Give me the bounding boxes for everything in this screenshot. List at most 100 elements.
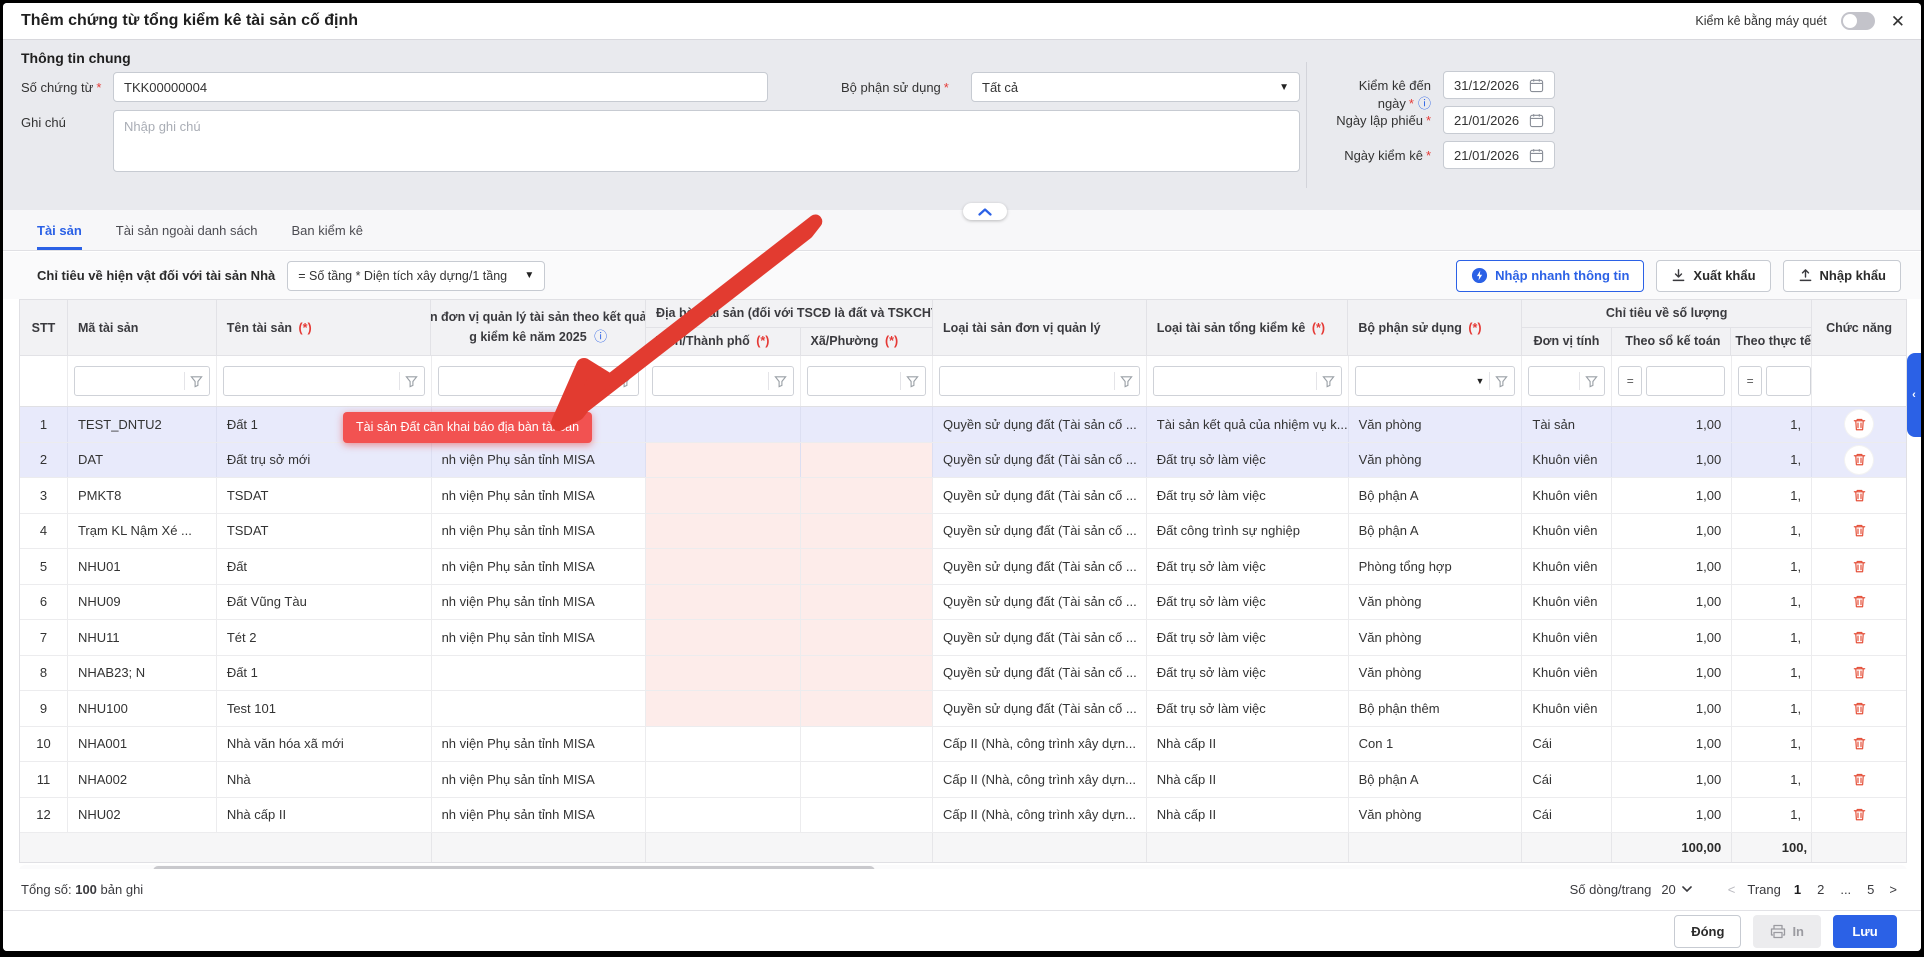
tab-tai-san[interactable]: Tài sản <box>37 210 82 250</box>
filter-xa-input[interactable] <box>814 373 895 389</box>
delete-row-button[interactable] <box>1845 659 1873 687</box>
table-row[interactable]: 12NHU02Nhà cấp IInh viện Phụ sản tỉnh MI… <box>20 798 1906 834</box>
filter-funnel-icon[interactable] <box>1316 372 1335 390</box>
delete-row-button[interactable] <box>1845 588 1873 616</box>
info-icon[interactable]: ⓘ <box>594 329 607 344</box>
filter-bo-phan-input[interactable] <box>1362 373 1471 389</box>
prev-page-button[interactable]: < <box>1726 882 1738 897</box>
cell-theo_so: 1,00 <box>1612 798 1732 833</box>
delete-row-button[interactable] <box>1845 517 1873 545</box>
table-row[interactable]: 5NHU01Đấtnh viện Phụ sản tỉnh MISAQuyền … <box>20 549 1906 585</box>
table-row[interactable]: 7NHU11Tét 2nh viện Phụ sản tỉnh MISAQuyề… <box>20 620 1906 656</box>
general-info-panel: Thông tin chung Số chứng từ* Bộ phận sử … <box>3 40 1921 210</box>
filter-funnel-icon[interactable] <box>1579 372 1598 390</box>
col-theo-so-ke-toan[interactable]: Theo sổ kế toán <box>1612 328 1732 355</box>
filter-theo-so-input[interactable] <box>1653 373 1718 389</box>
print-button[interactable]: In <box>1753 915 1821 948</box>
delete-row-button[interactable] <box>1845 694 1873 722</box>
filter-loai-tkk-input[interactable] <box>1160 373 1311 389</box>
filter-tinh-input[interactable] <box>659 373 763 389</box>
tab-tai-san-ngoai-danh-sach[interactable]: Tài sản ngoài danh sách <box>116 210 258 250</box>
collapse-panel-button[interactable] <box>963 203 1007 220</box>
chi-tieu-select[interactable]: = Số tầng * Diện tích xây dựng/1 tầng ▼ <box>287 261 545 291</box>
page-1[interactable]: 1 <box>1791 882 1804 897</box>
tab-ban-kiem-ke[interactable]: Ban kiểm kê <box>291 210 363 250</box>
col-tinh-thanh-pho[interactable]: Tỉnh/Thành phố (*) <box>646 328 800 355</box>
table-row[interactable]: 6NHU09Đất Vũng Tàunh viện Phụ sản tỉnh M… <box>20 585 1906 621</box>
filter-thuc-te-input[interactable] <box>1773 373 1804 389</box>
close-icon[interactable]: ✕ <box>1889 11 1907 32</box>
delete-row-button[interactable] <box>1845 623 1873 651</box>
col-stt[interactable]: STT <box>20 300 68 355</box>
delete-row-button[interactable] <box>1845 801 1873 829</box>
ghi-chu-field[interactable]: Nhập ghi chú <box>113 110 1300 172</box>
filter-don-vi-input[interactable] <box>445 373 609 389</box>
delete-row-button[interactable] <box>1845 552 1873 580</box>
filter-funnel-icon[interactable] <box>768 372 787 390</box>
filter-funnel-icon[interactable] <box>399 372 418 390</box>
bo-phan-su-dung-select[interactable]: Tất cả ▼ <box>971 72 1300 102</box>
so-chung-tu-field[interactable] <box>113 72 768 102</box>
ngay-lap-phieu-field[interactable]: 21/01/2026 <box>1443 106 1555 134</box>
table-row[interactable]: 1TEST_DNTU2Đất 1Quyền sử dụng đất (Tài s… <box>20 407 1906 443</box>
cell-bo_phan: Văn phòng <box>1349 620 1523 655</box>
delete-row-button[interactable] <box>1845 765 1873 793</box>
side-panel-tab[interactable]: ‹ <box>1907 353 1921 437</box>
export-button[interactable]: Xuất khẩu <box>1656 260 1770 292</box>
quick-input-button[interactable]: Nhập nhanh thông tin <box>1456 260 1644 292</box>
delete-row-button[interactable] <box>1845 730 1873 758</box>
kiem-ke-den-ngay-field[interactable]: 31/12/2026 <box>1443 71 1555 99</box>
equals-operator[interactable]: = <box>1618 366 1642 396</box>
col-ten-tai-san[interactable]: Tên tài sản (*) <box>217 300 432 355</box>
col-don-vi-quan-ly[interactable]: n đơn vị quản lý tài sản theo kết quả g … <box>431 300 646 355</box>
filter-funnel-icon[interactable] <box>900 372 919 390</box>
table-row[interactable]: 3PMKT8TSDATnh viện Phụ sản tỉnh MISAQuyề… <box>20 478 1906 514</box>
filter-loai-dvql-input[interactable] <box>946 373 1109 389</box>
table-row[interactable]: 9NHU100Test 101Quyền sử dụng đất (Tài sả… <box>20 691 1906 727</box>
table-row[interactable]: 8NHAB23; NĐất 1Quyền sử dụng đất (Tài sả… <box>20 656 1906 692</box>
ngay-kiem-ke-field[interactable]: 21/01/2026 <box>1443 141 1555 169</box>
page-2[interactable]: 2 <box>1814 882 1827 897</box>
filter-ten-input[interactable] <box>230 373 394 389</box>
next-page-button[interactable]: > <box>1887 882 1899 897</box>
col-don-vi-tinh[interactable]: Đơn vị tính <box>1522 328 1612 355</box>
cell-don_vi <box>432 656 647 691</box>
delete-row-button[interactable] <box>1845 410 1873 438</box>
filter-funnel-icon[interactable] <box>1114 372 1133 390</box>
so-chung-tu-input[interactable] <box>124 80 757 95</box>
col-theo-thuc-te[interactable]: Theo thực tế <box>1731 328 1811 355</box>
table-row[interactable]: 2DATĐất trụ sở mớinh viện Phụ sản tỉnh M… <box>20 443 1906 479</box>
col-xa-phuong[interactable]: Xã/Phường (*) <box>801 328 933 355</box>
delete-row-button[interactable] <box>1845 446 1873 474</box>
filter-ma-input[interactable] <box>81 373 179 389</box>
table-row[interactable]: 4Trạm KL Nậm Xé ...TSDATnh viện Phụ sản … <box>20 514 1906 550</box>
calendar-icon[interactable] <box>1529 113 1544 128</box>
page-ellipsis[interactable]: ... <box>1837 882 1854 897</box>
chevron-down-icon[interactable]: ▼ <box>1475 376 1484 386</box>
filter-funnel-icon[interactable] <box>184 372 203 390</box>
col-bo-phan-su-dung[interactable]: Bộ phận sử dụng (*) <box>1348 300 1522 355</box>
scanner-toggle[interactable] <box>1841 12 1875 30</box>
cell-theo_so: 1,00 <box>1612 620 1732 655</box>
col-loai-ts-don-vi-quan-ly[interactable]: Loại tài sản đơn vị quản lý <box>933 300 1147 355</box>
col-loai-ts-tong-kiem-ke[interactable]: Loại tài sản tổng kiểm kê (*) <box>1147 300 1349 355</box>
cell-stt: 9 <box>20 691 68 726</box>
table-row[interactable]: 11NHA002Nhành viện Phụ sản tỉnh MISACấp … <box>20 762 1906 798</box>
page-5[interactable]: 5 <box>1864 882 1877 897</box>
col-ma-tai-san[interactable]: Mã tài sản <box>68 300 217 355</box>
equals-operator[interactable]: = <box>1738 366 1762 396</box>
save-button[interactable]: Lưu <box>1833 915 1897 948</box>
rows-per-page-select[interactable]: 20 <box>1661 882 1691 897</box>
import-button[interactable]: Nhập khẩu <box>1783 260 1901 292</box>
calendar-icon[interactable] <box>1529 78 1544 93</box>
filter-dvt-input[interactable] <box>1535 373 1574 389</box>
close-button[interactable]: Đóng <box>1674 915 1741 948</box>
calendar-icon[interactable] <box>1529 148 1544 163</box>
cell-dvt: Cái <box>1522 727 1612 762</box>
cell-loai_dvql: Quyền sử dụng đất (Tài sản cố ... <box>933 443 1147 478</box>
filter-funnel-icon[interactable] <box>1489 372 1508 390</box>
cell-action <box>1812 727 1906 762</box>
table-row[interactable]: 10NHA001Nhà văn hóa xã mớinh viện Phụ sả… <box>20 727 1906 763</box>
filter-funnel-icon[interactable] <box>613 372 632 390</box>
delete-row-button[interactable] <box>1845 481 1873 509</box>
